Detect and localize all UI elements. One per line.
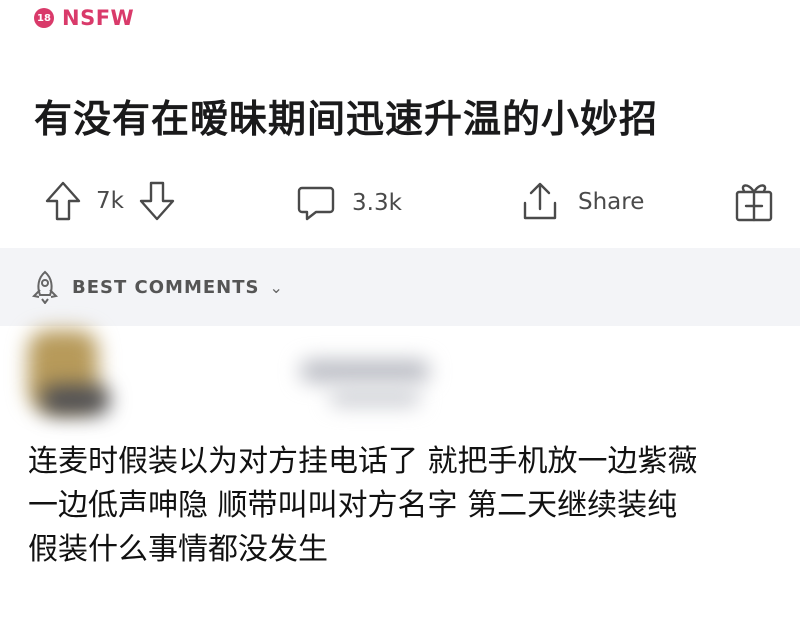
comments-button[interactable]: 3.3k: [296, 183, 402, 223]
comment-line: 连麦时假装以为对方挂电话了 就把手机放一边紫薇: [28, 444, 698, 479]
comment-count: 3.3k: [352, 190, 402, 216]
nsfw-18-badge: 18: [34, 8, 54, 28]
award-button[interactable]: [734, 179, 774, 223]
comments-header: BEST COMMENTS ⌄: [0, 248, 800, 326]
comment-body: 连麦时假装以为对方挂电话了 就把手机放一边紫薇 一边低声呻隐 顺带叫叫对方名字 …: [28, 440, 788, 572]
downvote-icon[interactable]: [138, 180, 176, 222]
upvote-count: 7k: [96, 188, 124, 214]
gift-icon: [735, 184, 773, 222]
share-button[interactable]: Share: [520, 181, 644, 223]
blurred-meta: [330, 390, 420, 406]
share-label: Share: [578, 189, 645, 215]
blurred-avatar-shadow: [40, 385, 110, 415]
blurred-username: [300, 360, 430, 382]
vote-group: 7k: [44, 180, 176, 222]
share-icon: [523, 182, 557, 220]
nsfw-tag: 18 NSFW: [34, 6, 134, 30]
post-action-bar: 7k 3.3k Share: [0, 175, 800, 235]
comment-line: 一边低声呻隐 顺带叫叫对方名字 第二天继续装纯: [28, 488, 678, 523]
post-title: 有没有在暧昧期间迅速升温的小妙招: [34, 97, 659, 141]
comment-bubble-icon: [297, 186, 335, 221]
chevron-down-icon: ⌄: [269, 277, 283, 297]
comment-sort-dropdown[interactable]: BEST COMMENTS ⌄: [28, 270, 283, 304]
blurred-commenter-info: [0, 320, 800, 430]
upvote-icon[interactable]: [44, 180, 82, 222]
comment-sort-label: BEST COMMENTS: [72, 276, 260, 298]
comment-line: 假装什么事情都没发生: [28, 532, 328, 567]
rocket-icon: [31, 270, 59, 304]
nsfw-label: NSFW: [62, 6, 135, 30]
